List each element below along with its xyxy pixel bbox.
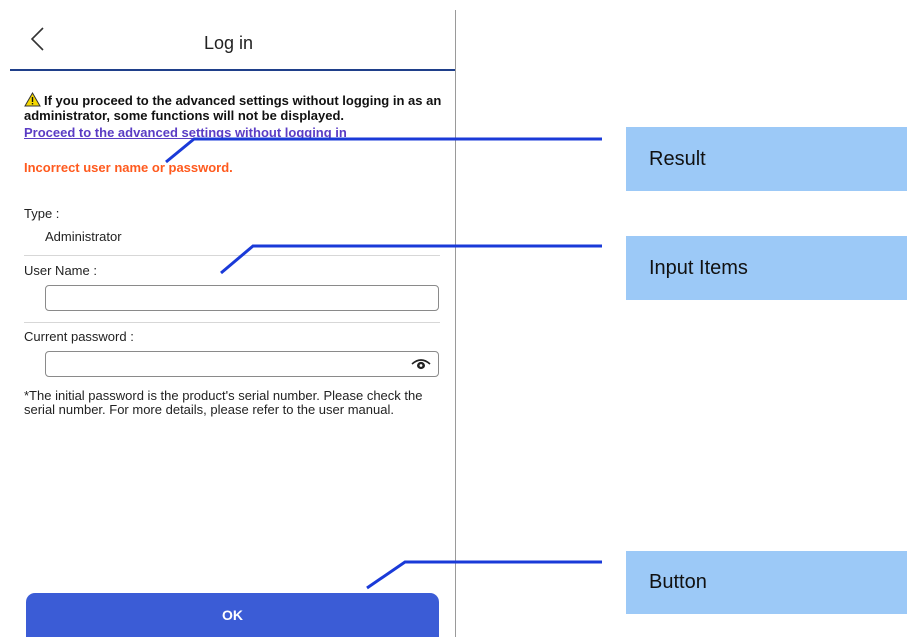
page-title: Log in — [204, 33, 254, 53]
show-password-button[interactable] — [410, 354, 432, 372]
warning-text: If you proceed to the advanced settings … — [24, 93, 442, 123]
password-input[interactable] — [45, 351, 439, 377]
password-label: Current password : — [24, 329, 134, 344]
username-divider — [24, 322, 440, 323]
input-items-callout: Input Items — [626, 236, 907, 300]
type-label: Type : — [24, 206, 60, 221]
proceed-without-login-link[interactable]: Proceed to the advanced settings without… — [24, 125, 347, 140]
panel-divider — [455, 10, 456, 637]
login-panel: Log in If you proceed to the advanced se… — [0, 0, 456, 637]
type-value: Administrator — [45, 229, 122, 244]
username-input[interactable] — [45, 285, 439, 311]
chevron-left-icon — [30, 27, 44, 51]
header-divider — [10, 69, 456, 71]
warning-icon — [24, 91, 41, 107]
warning-message: If you proceed to the advanced settings … — [24, 91, 444, 123]
result-callout: Result — [626, 127, 907, 191]
ok-button[interactable]: OK — [26, 593, 439, 637]
button-callout: Button — [626, 551, 907, 614]
back-button[interactable] — [27, 26, 49, 52]
password-note: *The initial password is the product's s… — [24, 388, 423, 417]
username-label: User Name : — [24, 263, 97, 278]
type-divider — [24, 255, 440, 256]
eye-icon — [411, 359, 431, 370]
error-message: Incorrect user name or password. — [24, 160, 233, 175]
